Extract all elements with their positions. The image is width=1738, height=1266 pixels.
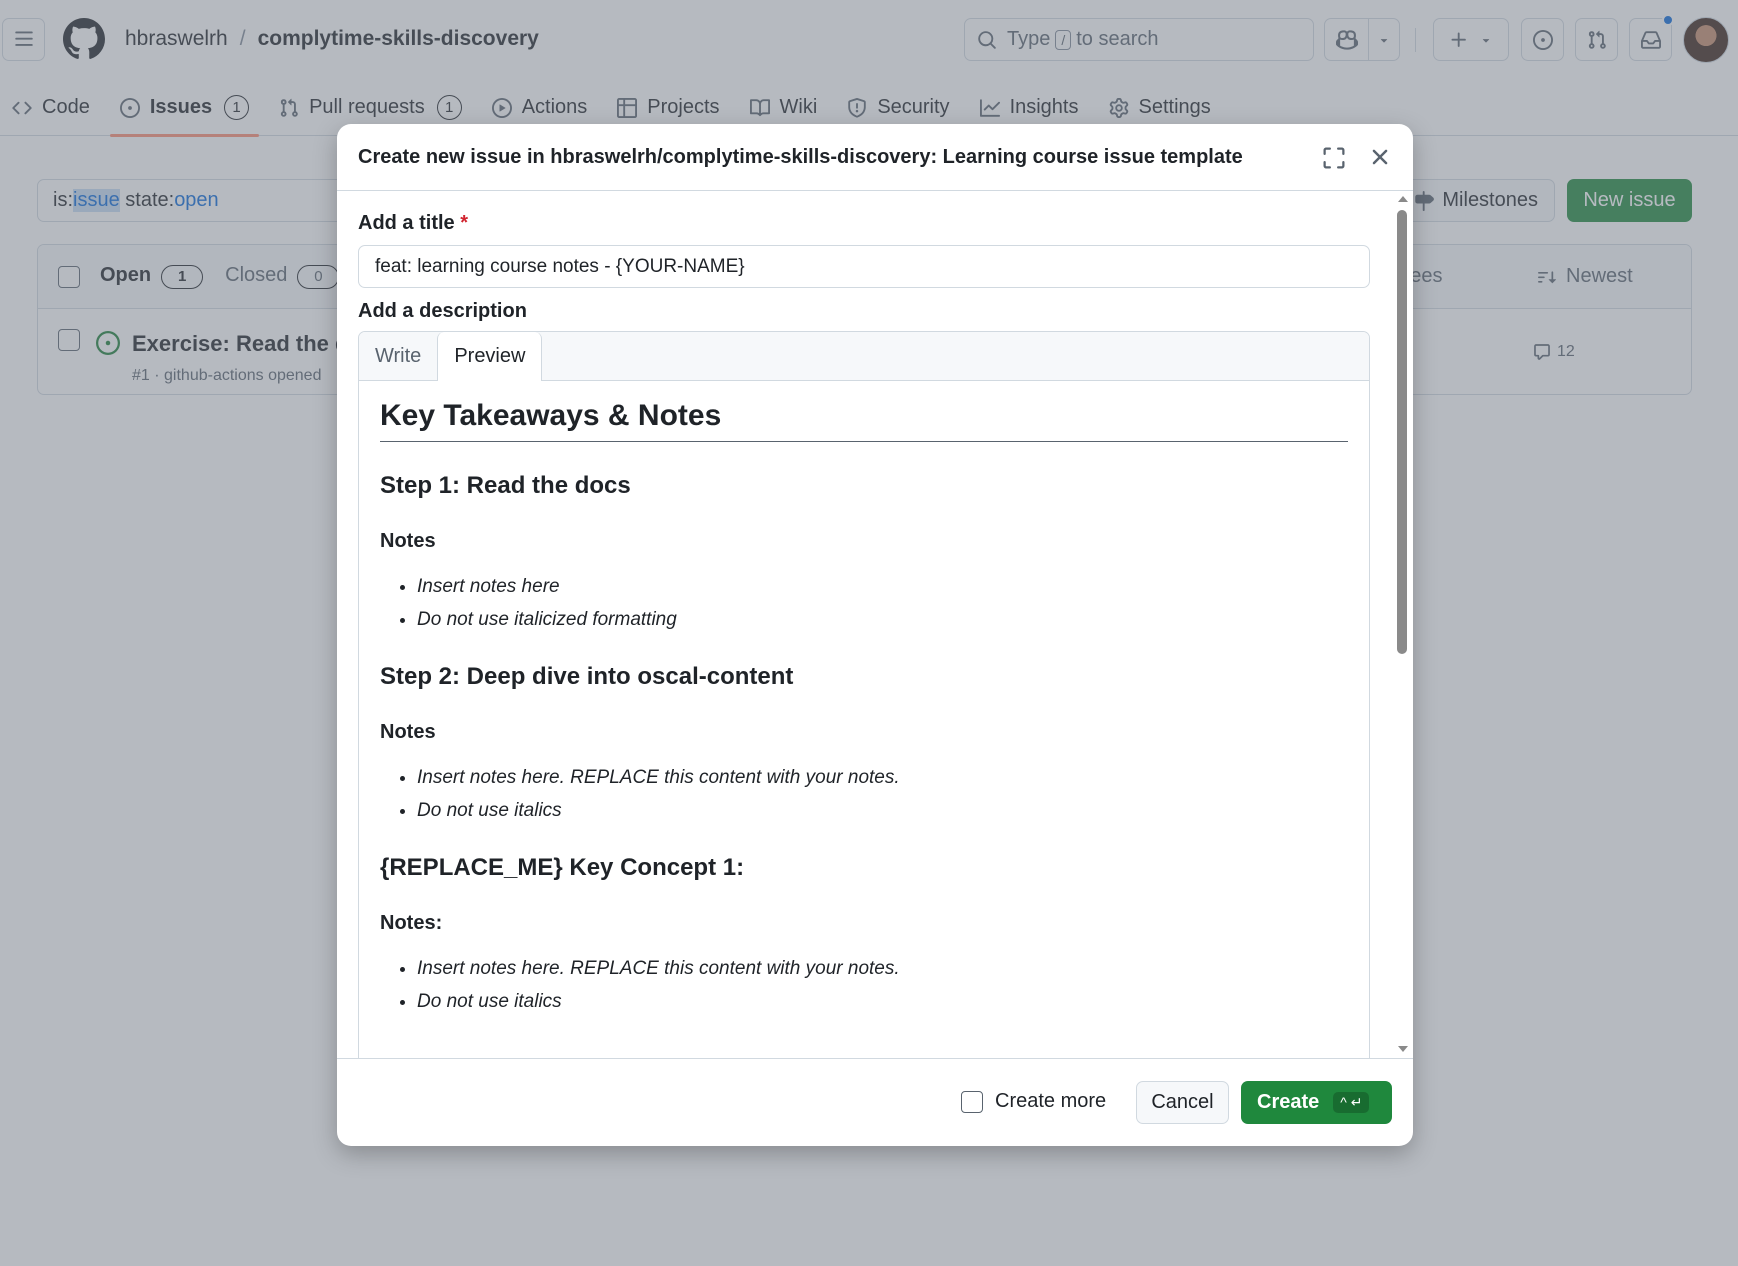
scrollbar-thumb[interactable] — [1397, 210, 1407, 654]
create-shortcut-hint: ^ ↵ — [1333, 1092, 1370, 1113]
preview-list: Insert notes here. REPLACE this content … — [380, 957, 1348, 1013]
preview-list: Insert notes here. REPLACE this content … — [380, 766, 1348, 822]
dialog-footer: Create more Cancel Create ^ ↵ — [337, 1058, 1413, 1146]
screen-full-icon — [1323, 147, 1345, 169]
scroll-up-arrow-icon[interactable] — [1398, 196, 1408, 202]
list-item: Do not use italics — [417, 799, 1348, 822]
dialog-header: Create new issue in hbraswelrh/complytim… — [337, 124, 1413, 191]
preview-heading: Step 2: Deep dive into oscal-content — [380, 663, 794, 690]
preview-subheading: Notes — [380, 530, 436, 552]
title-field-label: Add a title * — [358, 212, 468, 235]
description-editor: Write Preview Key Takeaways & Notes Step… — [358, 331, 1370, 1058]
required-marker: * — [460, 212, 469, 234]
tab-preview[interactable]: Preview — [437, 332, 543, 381]
list-item: Insert notes here. REPLACE this content … — [417, 766, 1348, 789]
create-more-label: Create more — [995, 1090, 1107, 1112]
dialog-scrollbar[interactable] — [1394, 194, 1410, 1056]
preview-subheading: Notes: — [380, 912, 443, 934]
scroll-down-arrow-icon[interactable] — [1398, 1046, 1408, 1052]
preview-heading: {REPLACE_ME} Key Concept 1: — [380, 854, 745, 881]
dialog-title: Create new issue in hbraswelrh/complytim… — [358, 145, 1243, 168]
preview-heading: Step 1: Read the docs — [380, 472, 631, 499]
create-button[interactable]: Create ^ ↵ — [1241, 1081, 1392, 1124]
list-item: Do not use italicized formatting — [417, 608, 1348, 631]
preview-heading: Key Takeaways & Notes — [380, 399, 1348, 442]
create-issue-dialog: Create new issue in hbraswelrh/complytim… — [337, 124, 1413, 1146]
markdown-preview: Key Takeaways & Notes Step 1: Read the d… — [359, 381, 1369, 1013]
list-item: Do not use italics — [417, 990, 1348, 1013]
create-label: Create — [1257, 1091, 1320, 1113]
close-dialog-button[interactable] — [1367, 144, 1393, 170]
dialog-body: Add a title * feat: learning course note… — [337, 192, 1413, 1058]
list-item: Insert notes here — [417, 575, 1348, 598]
title-label-text: Add a title — [358, 212, 455, 234]
preview-list: Insert notes here Do not use italicized … — [380, 575, 1348, 631]
close-icon — [1372, 149, 1388, 165]
list-item: Insert notes here. REPLACE this content … — [417, 957, 1348, 980]
issue-title-input[interactable]: feat: learning course notes - {YOUR-NAME… — [358, 245, 1370, 288]
preview-subheading: Notes — [380, 721, 436, 743]
create-more-toggle[interactable]: Create more — [961, 1090, 1106, 1113]
fullscreen-button[interactable] — [1322, 146, 1348, 172]
create-more-checkbox[interactable] — [961, 1090, 983, 1113]
editor-tabs: Write Preview — [359, 332, 1369, 381]
tab-write[interactable]: Write — [359, 332, 437, 380]
description-label: Add a description — [358, 300, 527, 322]
cancel-button[interactable]: Cancel — [1136, 1081, 1229, 1124]
